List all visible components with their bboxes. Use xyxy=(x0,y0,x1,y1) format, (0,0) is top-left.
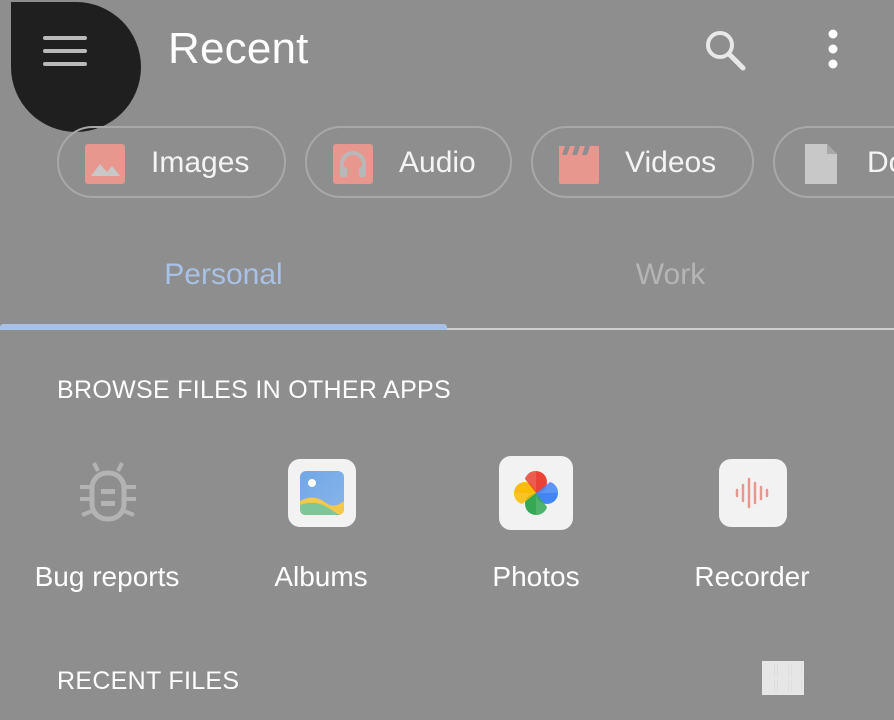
chip-label: Videos xyxy=(625,146,717,179)
document-icon xyxy=(805,144,837,184)
selected-tab-indicator xyxy=(0,324,447,330)
profile-tabs: Personal Work xyxy=(0,228,894,332)
app-albums[interactable]: Albums xyxy=(221,455,421,605)
app-label: Photos xyxy=(492,561,580,592)
tab-label: Work xyxy=(635,258,706,291)
menu-button-highlight xyxy=(11,2,141,132)
page-title: Recent xyxy=(168,24,309,73)
chip-label: Images xyxy=(151,146,250,179)
search-icon[interactable] xyxy=(703,28,747,72)
hamburger-menu-icon[interactable] xyxy=(43,36,87,66)
grid-view-icon[interactable] xyxy=(762,661,804,695)
headphones-icon xyxy=(333,144,373,184)
image-icon xyxy=(85,144,125,184)
movie-icon xyxy=(559,146,599,184)
photos-pinwheel-icon xyxy=(499,456,573,530)
file-type-chips: Images Audio Videos D xyxy=(0,126,894,200)
recorder-waveform-icon xyxy=(719,459,787,527)
tab-label: Personal xyxy=(164,258,283,291)
bug-icon xyxy=(80,462,136,522)
app-photos[interactable]: Photos xyxy=(436,455,636,605)
tab-personal[interactable]: Personal xyxy=(0,228,447,328)
chip-label: Do xyxy=(867,146,894,179)
app-recorder[interactable]: Recorder xyxy=(652,455,852,605)
chip-videos[interactable]: Videos xyxy=(531,126,754,198)
more-vertical-icon[interactable] xyxy=(818,28,848,72)
app-label: Albums xyxy=(274,561,368,592)
tab-work[interactable]: Work xyxy=(447,228,894,328)
app-bug-reports[interactable]: Bug reports xyxy=(7,455,207,605)
app-label: Recorder xyxy=(694,561,810,592)
files-app-screen: Recent Images Audio Videos D Personal Wo… xyxy=(0,0,894,720)
top-app-bar: Recent xyxy=(0,0,894,132)
chip-audio[interactable]: Audio xyxy=(305,126,512,198)
chip-label: Audio xyxy=(399,146,476,179)
app-label: Bug reports xyxy=(34,561,180,592)
browse-apps-row: Bug reports Albums Photos Recorder xyxy=(0,455,894,605)
chip-documents[interactable]: Do xyxy=(773,126,894,198)
albums-icon xyxy=(288,459,356,527)
browse-section-heading: BROWSE FILES IN OTHER APPS xyxy=(57,376,451,404)
chip-images[interactable]: Images xyxy=(57,126,286,198)
recent-files-heading: RECENT FILES xyxy=(57,667,240,695)
